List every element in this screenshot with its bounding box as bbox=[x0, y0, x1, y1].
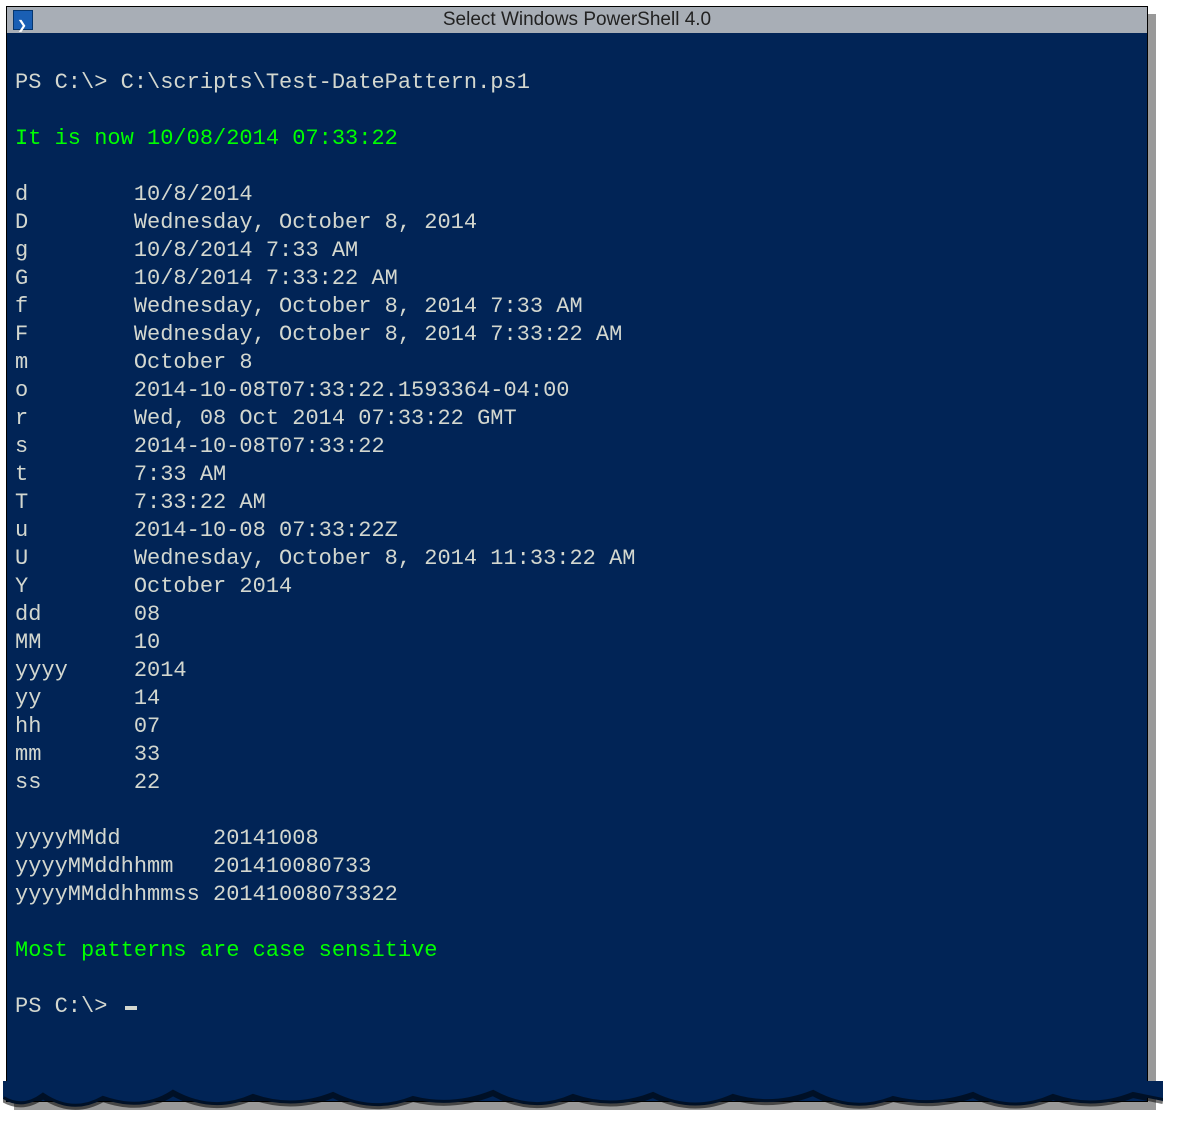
pattern-row: yyyyMMddhhmmss20141008073322 bbox=[15, 881, 1139, 909]
pattern-key: yyyyMMddhhmm bbox=[15, 853, 213, 881]
pattern-row: u2014-10-08 07:33:22Z bbox=[15, 517, 1139, 545]
pattern-row: yyyyMMddhhmm201410080733 bbox=[15, 853, 1139, 881]
pattern-value: 10/8/2014 7:33 AM bbox=[134, 238, 358, 263]
pattern-row: yyyyMMdd20141008 bbox=[15, 825, 1139, 853]
pattern-key: yyyy bbox=[15, 657, 134, 685]
pattern-row: s2014-10-08T07:33:22 bbox=[15, 433, 1139, 461]
terminal-output[interactable]: PS C:\> C:\scripts\Test-DatePattern.ps1 … bbox=[7, 33, 1147, 1101]
pattern-value: 2014-10-08T07:33:22.1593364-04:00 bbox=[134, 378, 570, 403]
pattern-row: UWednesday, October 8, 2014 11:33:22 AM bbox=[15, 545, 1139, 573]
pattern-row: yy14 bbox=[15, 685, 1139, 713]
pattern-value: 07 bbox=[134, 714, 160, 739]
pattern-key: yyyyMMddhhmmss bbox=[15, 881, 213, 909]
pattern-row: mm33 bbox=[15, 741, 1139, 769]
pattern-value: 33 bbox=[134, 742, 160, 767]
pattern-key: mm bbox=[15, 741, 134, 769]
pattern-value: 2014 bbox=[134, 658, 187, 683]
pattern-key: f bbox=[15, 293, 134, 321]
powershell-window: Select Windows PowerShell 4.0 PS C:\> C:… bbox=[6, 6, 1148, 1102]
pattern-value: 20141008 bbox=[213, 826, 319, 851]
pattern-value: 22 bbox=[134, 770, 160, 795]
footer-message: Most patterns are case sensitive bbox=[15, 937, 1139, 965]
pattern-value: Wednesday, October 8, 2014 bbox=[134, 210, 477, 235]
window-title: Select Windows PowerShell 4.0 bbox=[7, 6, 1147, 34]
pattern-key: F bbox=[15, 321, 134, 349]
command: C:\scripts\Test-DatePattern.ps1 bbox=[121, 70, 530, 95]
pattern-row: hh07 bbox=[15, 713, 1139, 741]
pattern-row: G10/8/2014 7:33:22 AM bbox=[15, 265, 1139, 293]
pattern-row: mOctober 8 bbox=[15, 349, 1139, 377]
pattern-value: Wednesday, October 8, 2014 7:33 AM bbox=[134, 294, 583, 319]
pattern-row: FWednesday, October 8, 2014 7:33:22 AM bbox=[15, 321, 1139, 349]
pattern-key: r bbox=[15, 405, 134, 433]
pattern-value: 08 bbox=[134, 602, 160, 627]
pattern-row: dd08 bbox=[15, 601, 1139, 629]
pattern-key: hh bbox=[15, 713, 134, 741]
command-line: PS C:\> C:\scripts\Test-DatePattern.ps1 bbox=[15, 69, 1139, 97]
pattern-value: 14 bbox=[134, 686, 160, 711]
pattern-value: October 8 bbox=[134, 350, 253, 375]
pattern-key: m bbox=[15, 349, 134, 377]
pattern-value: 10 bbox=[134, 630, 160, 655]
pattern-value: 7:33:22 AM bbox=[134, 490, 266, 515]
pattern-row: fWednesday, October 8, 2014 7:33 AM bbox=[15, 293, 1139, 321]
pattern-value: 2014-10-08T07:33:22 bbox=[134, 434, 385, 459]
pattern-value: 7:33 AM bbox=[134, 462, 226, 487]
pattern-key: Y bbox=[15, 573, 134, 601]
pattern-key: ss bbox=[15, 769, 134, 797]
pattern-row: T7:33:22 AM bbox=[15, 489, 1139, 517]
pattern-value: Wednesday, October 8, 2014 7:33:22 AM bbox=[134, 322, 622, 347]
pattern-value: 10/8/2014 bbox=[134, 182, 253, 207]
pattern-row: yyyy2014 bbox=[15, 657, 1139, 685]
pattern-key: G bbox=[15, 265, 134, 293]
pattern-key: U bbox=[15, 545, 134, 573]
titlebar[interactable]: Select Windows PowerShell 4.0 bbox=[7, 7, 1147, 33]
pattern-row: MM10 bbox=[15, 629, 1139, 657]
pattern-key: o bbox=[15, 377, 134, 405]
pattern-key: g bbox=[15, 237, 134, 265]
pattern-row: YOctober 2014 bbox=[15, 573, 1139, 601]
pattern-key: t bbox=[15, 461, 134, 489]
pattern-key: T bbox=[15, 489, 134, 517]
pattern-value: 2014-10-08 07:33:22Z bbox=[134, 518, 398, 543]
pattern-key: MM bbox=[15, 629, 134, 657]
pattern-row: g10/8/2014 7:33 AM bbox=[15, 237, 1139, 265]
pattern-key: yyyyMMdd bbox=[15, 825, 213, 853]
prompt: PS C:\> bbox=[15, 994, 107, 1019]
pattern-key: dd bbox=[15, 601, 134, 629]
pattern-row: DWednesday, October 8, 2014 bbox=[15, 209, 1139, 237]
pattern-value: 20141008073322 bbox=[213, 882, 398, 907]
pattern-row: ss22 bbox=[15, 769, 1139, 797]
pattern-row: o2014-10-08T07:33:22.1593364-04:00 bbox=[15, 377, 1139, 405]
prompt: PS C:\> bbox=[15, 70, 107, 95]
pattern-key: s bbox=[15, 433, 134, 461]
pattern-key: u bbox=[15, 517, 134, 545]
pattern-value: Wed, 08 Oct 2014 07:33:22 GMT bbox=[134, 406, 517, 431]
powershell-icon bbox=[13, 10, 33, 30]
pattern-key: d bbox=[15, 181, 134, 209]
pattern-value: 10/8/2014 7:33:22 AM bbox=[134, 266, 398, 291]
now-line: It is now 10/08/2014 07:33:22 bbox=[15, 125, 1139, 153]
prompt-line: PS C:\> bbox=[15, 993, 1139, 1021]
pattern-value: Wednesday, October 8, 2014 11:33:22 AM bbox=[134, 546, 636, 571]
pattern-key: yy bbox=[15, 685, 134, 713]
pattern-key: D bbox=[15, 209, 134, 237]
pattern-row: t7:33 AM bbox=[15, 461, 1139, 489]
pattern-row: rWed, 08 Oct 2014 07:33:22 GMT bbox=[15, 405, 1139, 433]
pattern-value: October 2014 bbox=[134, 574, 292, 599]
pattern-row: d10/8/2014 bbox=[15, 181, 1139, 209]
pattern-value: 201410080733 bbox=[213, 854, 371, 879]
cursor bbox=[125, 1006, 137, 1010]
